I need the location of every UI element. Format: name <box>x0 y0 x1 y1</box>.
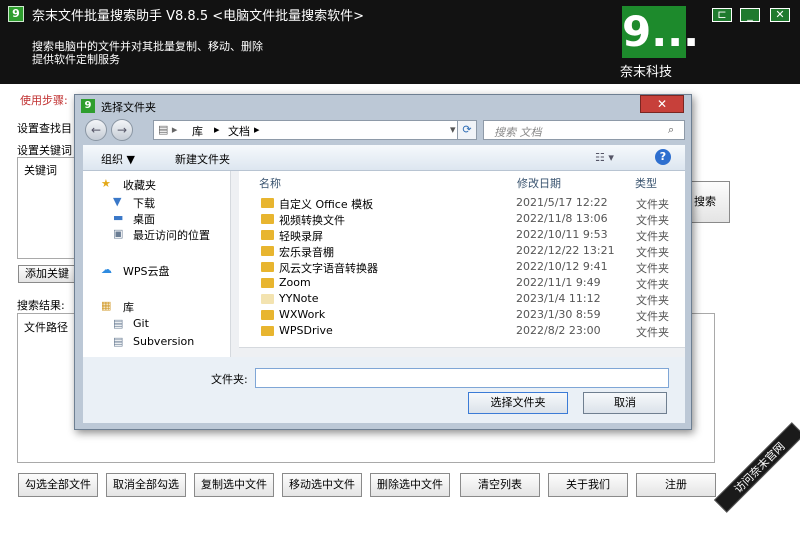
folder-icon <box>261 278 274 288</box>
dialog-toolbar: 组织 ▼ 新建文件夹 ☷ ▾ ? <box>83 145 685 171</box>
minimize-icon: _ <box>747 8 753 21</box>
back-button[interactable]: ← <box>85 119 107 141</box>
dialog-title: 选择文件夹 <box>101 101 156 114</box>
refresh-button[interactable]: ⟳ <box>457 120 477 140</box>
file-path-column-header: 文件路径 <box>24 321 68 334</box>
check-all-button[interactable]: 勾选全部文件 <box>18 473 98 497</box>
star-icon: ★ <box>101 177 111 190</box>
restore-button[interactable]: ⊏ <box>712 8 732 22</box>
cancel-button[interactable]: 取消 <box>583 392 667 414</box>
breadcrumb-separator-icon: ▸ <box>214 123 220 136</box>
nav-subversion[interactable]: Subversion <box>133 335 194 348</box>
search-icon: ⌕ <box>668 123 675 136</box>
about-us-button[interactable]: 关于我们 <box>548 473 628 497</box>
clear-list-button[interactable]: 清空列表 <box>460 473 540 497</box>
close-button[interactable]: ✕ <box>770 8 790 22</box>
set-dir-label: 设置查找目 <box>17 122 72 135</box>
forward-button[interactable]: → <box>111 119 133 141</box>
list-item[interactable]: 风云文字语音转换器 2022/10/12 9:41 文件夹 <box>261 260 681 276</box>
folder-icon <box>261 326 274 336</box>
list-item[interactable]: 视频转换文件 2022/11/8 13:06 文件夹 <box>261 212 681 228</box>
folder-icon <box>261 230 274 240</box>
list-item[interactable]: YYNote 2023/1/4 11:12 文件夹 <box>261 292 681 308</box>
back-arrow-icon: ← <box>90 123 102 137</box>
address-bar[interactable]: ▤ ▸ 库 ▸ 文档 ▸ ▾ <box>153 120 475 140</box>
close-icon: ✕ <box>656 97 668 111</box>
list-item[interactable]: 轻映录屏 2022/10/11 9:53 文件夹 <box>261 228 681 244</box>
folder-name-input[interactable] <box>255 368 669 388</box>
steps-label: 使用步骤: <box>20 94 68 107</box>
search-placeholder: 搜索 文档 <box>494 126 542 139</box>
new-folder-button[interactable]: 新建文件夹 <box>175 151 230 167</box>
folder-icon <box>261 198 274 208</box>
folder-icon: ▤ ▸ <box>158 123 178 136</box>
move-selected-button[interactable]: 移动选中文件 <box>282 473 362 497</box>
select-folder-dialog: 9 选择文件夹 ✕ ← → ▤ ▸ 库 ▸ 文档 ▸ ▾ ⟳ 搜索 文档 ⌕ 组… <box>74 94 692 430</box>
navigation-pane: ★ 收藏夹 ▼ 下载 ▬ 桌面 ▣ 最近访问的位置 ☁ WPS云盘 ▦ 库 ▤ … <box>83 171 242 357</box>
keyword-column-header: 关键词 <box>24 164 57 177</box>
folder-icon <box>261 294 274 304</box>
app-logo-icon: 9 <box>8 6 24 22</box>
add-keyword-button[interactable]: 添加关键 <box>18 265 76 283</box>
app-title: 奈末文件批量搜索助手 V8.8.5 <电脑文件批量搜索软件> <box>32 9 365 24</box>
folder-icon <box>261 310 274 320</box>
nav-git[interactable]: Git <box>133 317 149 330</box>
nav-desktop[interactable]: 桌面 <box>133 211 155 227</box>
chevron-down-icon[interactable]: ▾ <box>450 123 456 136</box>
forward-arrow-icon: → <box>116 123 128 137</box>
minimize-button[interactable]: _ <box>740 8 760 22</box>
help-icon[interactable]: ? <box>655 149 671 165</box>
library-icon: ▦ <box>101 299 112 312</box>
dialog-close-button[interactable]: ✕ <box>640 95 684 113</box>
nav-recent-places[interactable]: 最近访问的位置 <box>133 227 210 243</box>
desktop-icon: ▬ <box>113 211 124 224</box>
list-item[interactable]: 宏乐录音棚 2022/12/22 13:21 文件夹 <box>261 244 681 260</box>
breadcrumb-documents[interactable]: 文档 <box>228 123 250 139</box>
folder-icon <box>261 214 274 224</box>
cloud-icon: ☁ <box>101 263 112 276</box>
keyword-list[interactable]: 关键词 <box>17 157 77 259</box>
breadcrumb-separator-icon: ▸ <box>254 123 260 136</box>
copy-selected-button[interactable]: 复制选中文件 <box>194 473 274 497</box>
nav-wps-cloud[interactable]: WPS云盘 <box>123 263 170 279</box>
list-item[interactable]: Zoom 2022/11/1 9:49 文件夹 <box>261 276 681 292</box>
refresh-icon: ⟳ <box>462 123 472 136</box>
folder-icon: ▤ <box>113 317 124 330</box>
folder-field-label: 文件夹: <box>211 373 248 386</box>
brand-name: 奈末科技 <box>620 65 673 80</box>
list-item[interactable]: WXWork 2023/1/30 8:59 文件夹 <box>261 308 681 324</box>
column-type[interactable]: 类型 <box>635 175 657 191</box>
delete-selected-button[interactable]: 删除选中文件 <box>370 473 450 497</box>
select-folder-button[interactable]: 选择文件夹 <box>468 392 568 414</box>
header-bar: 9 奈末文件批量搜索助手 V8.8.5 <电脑文件批量搜索软件> 搜索电脑中的文… <box>0 0 800 84</box>
folder-icon: ▤ <box>113 335 124 348</box>
set-keyword-label: 设置关键词 <box>17 144 72 157</box>
search-input[interactable]: 搜索 文档 ⌕ <box>483 120 685 140</box>
register-button[interactable]: 注册 <box>636 473 716 497</box>
column-date[interactable]: 修改日期 <box>517 175 561 191</box>
folder-icon <box>261 246 274 256</box>
recent-places-icon: ▣ <box>113 227 124 240</box>
view-options-icon[interactable]: ☷ ▾ <box>595 151 614 164</box>
nav-favorites[interactable]: 收藏夹 <box>123 177 156 193</box>
list-item[interactable]: WPSDrive 2022/8/2 23:00 文件夹 <box>261 324 681 340</box>
restore-icon: ⊏ <box>717 8 727 21</box>
nav-library[interactable]: 库 <box>123 299 134 315</box>
nav-downloads[interactable]: 下载 <box>133 195 155 211</box>
folder-icon <box>261 262 274 272</box>
breadcrumb-library[interactable]: 库 <box>192 123 203 139</box>
result-label: 搜索结果: <box>17 299 65 312</box>
organize-button[interactable]: 组织 ▼ <box>101 151 135 167</box>
app-description-line2: 提供软件定制服务 <box>32 53 120 66</box>
brand-logo-icon: 9... <box>622 6 700 58</box>
list-item[interactable]: 自定义 Office 模板 2021/5/17 12:22 文件夹 <box>261 196 681 212</box>
column-name[interactable]: 名称 <box>259 175 281 191</box>
dialog-app-icon: 9 <box>81 99 95 113</box>
uncheck-all-button[interactable]: 取消全部勾选 <box>106 473 186 497</box>
close-icon: ✕ <box>775 8 785 21</box>
download-icon: ▼ <box>113 195 122 208</box>
